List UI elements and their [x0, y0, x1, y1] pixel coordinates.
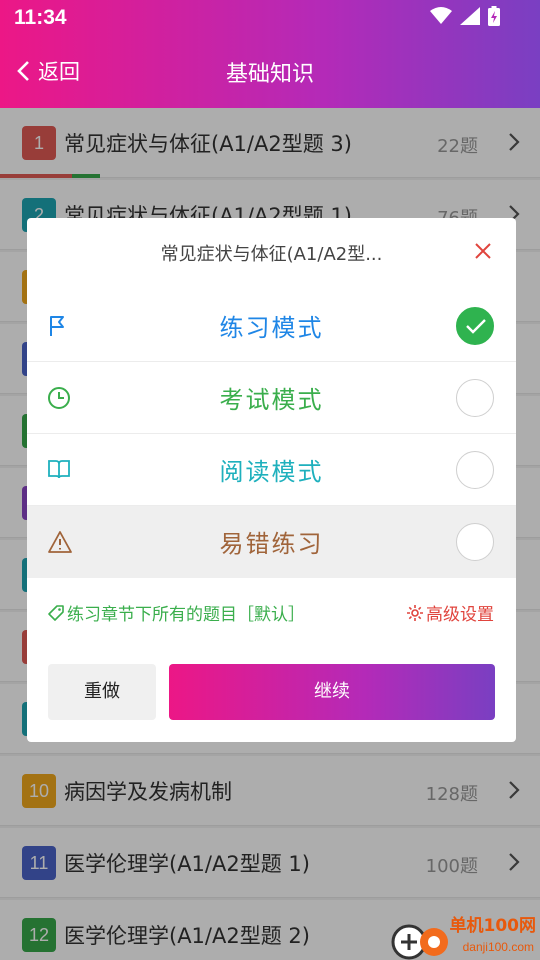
page-title: 基础知识 [225, 62, 314, 87]
battery-icon [488, 6, 500, 26]
mode-radio[interactable] [456, 523, 494, 561]
scope-info-text: 练习章节下所有的题目［默认］ [67, 605, 305, 625]
mode-label: 练习模式 [219, 314, 324, 342]
mode-option-mistakes[interactable]: 易错练习 [27, 506, 516, 578]
mode-label: 考试模式 [219, 386, 324, 414]
mode-radio-selected[interactable] [456, 307, 494, 345]
continue-button[interactable]: 继续 [169, 664, 495, 720]
watermark-url: danji100.com [462, 940, 534, 954]
app-header: 11:34 返回 基础知识 [0, 0, 540, 108]
mode-label: 阅读模式 [219, 458, 324, 486]
watermark-logo: 单机100网 danji100.com [390, 908, 540, 960]
mode-label: 易错练习 [219, 530, 324, 558]
close-icon[interactable] [474, 242, 492, 260]
status-time: 11:34 [14, 6, 67, 29]
mode-radio[interactable] [456, 379, 494, 417]
advanced-settings-link[interactable]: 高级设置 [406, 600, 494, 625]
mode-option-reading[interactable]: 阅读模式 [27, 434, 516, 506]
mode-radio[interactable] [456, 451, 494, 489]
mode-option-exam[interactable]: 考试模式 [27, 362, 516, 434]
advanced-settings-label: 高级设置 [426, 605, 494, 625]
signal-icon [460, 7, 480, 25]
status-icons [430, 6, 500, 26]
watermark-emblem-icon [391, 924, 448, 960]
watermark-text: 单机100网 [449, 916, 537, 936]
practice-mode-dialog: 常见症状与体征(A1/A2型... 练习模式 考试模式 阅读模式 易错练习 练习… [27, 218, 516, 742]
gear-icon [407, 604, 423, 621]
wifi-icon [430, 7, 452, 24]
scope-info[interactable]: 练习章节下所有的题目［默认］ [47, 600, 305, 625]
status-bar: 11:34 [0, 0, 540, 36]
redo-button[interactable]: 重做 [48, 664, 156, 720]
check-icon [466, 319, 486, 334]
mode-option-practice[interactable]: 练习模式 [27, 290, 516, 362]
dialog-title: 常见症状与体征(A1/A2型... [160, 244, 383, 265]
tag-icon [48, 604, 64, 621]
